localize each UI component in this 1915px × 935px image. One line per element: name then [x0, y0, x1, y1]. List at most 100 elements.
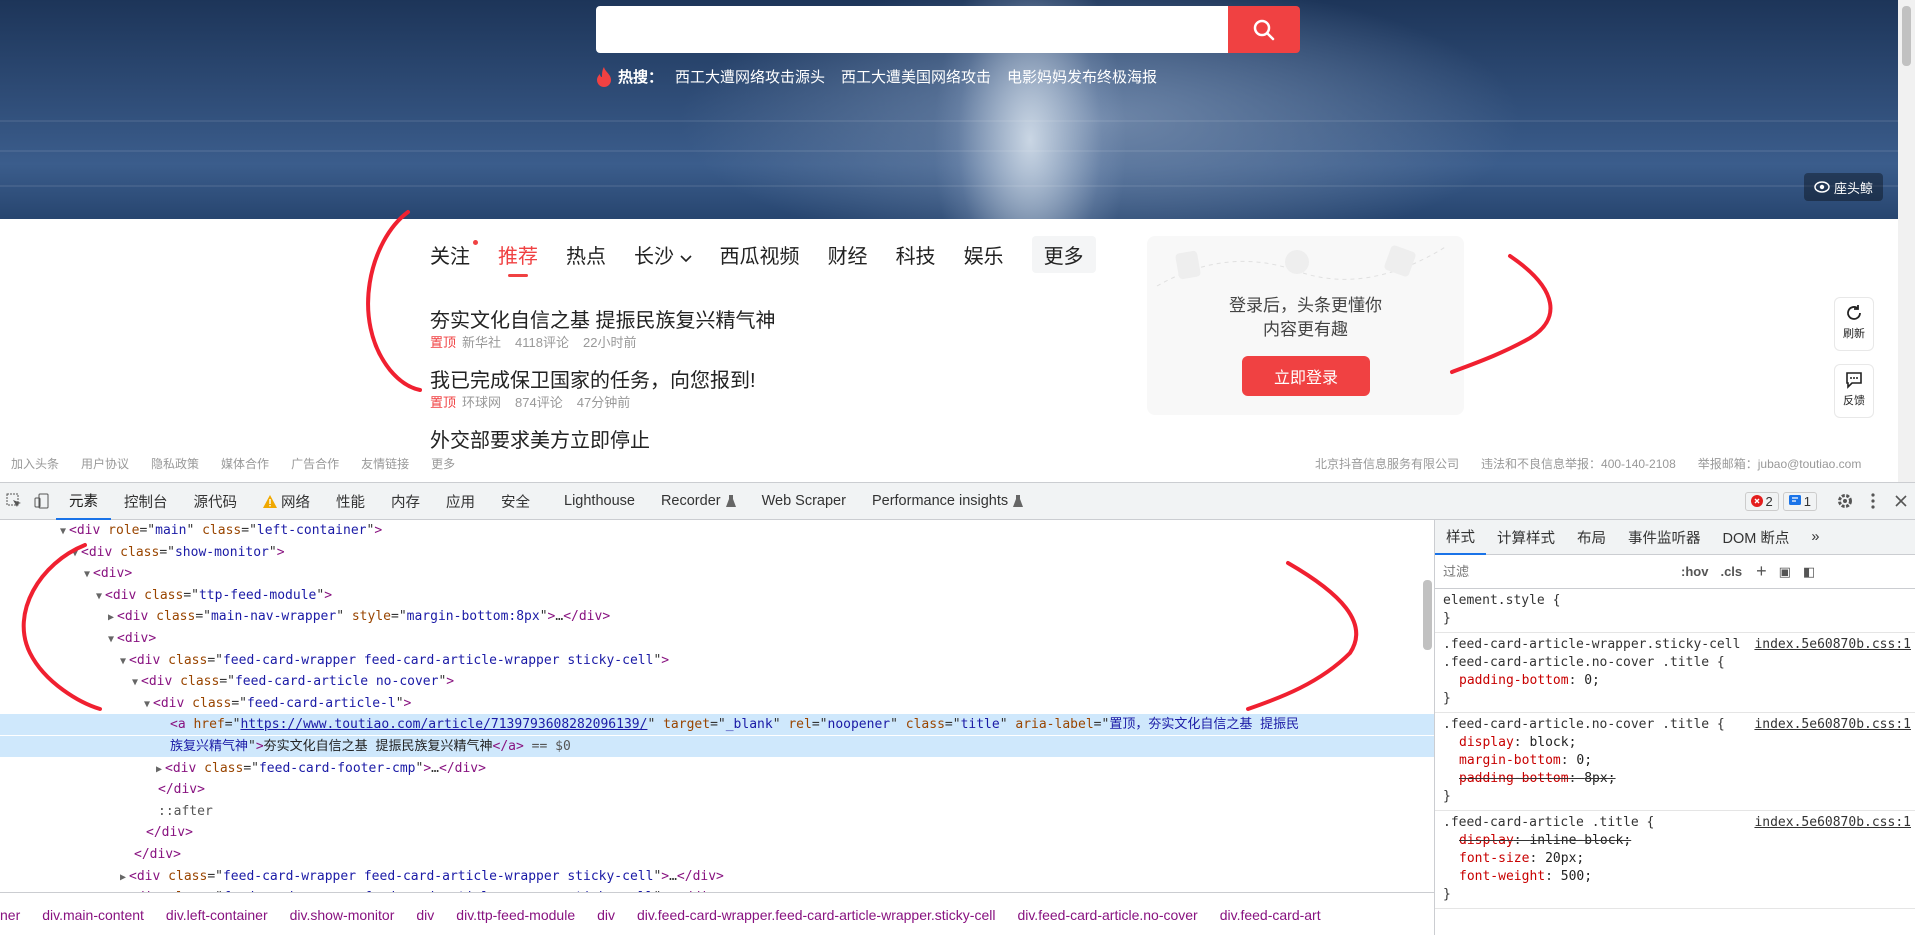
tab-web-scraper[interactable]: Web Scraper	[749, 483, 859, 520]
dom-node[interactable]: ▼ <div role="main" class="left-container"…	[0, 520, 382, 541]
hot-keyword-3[interactable]: 电影妈妈发布终极海报	[1007, 66, 1157, 87]
tab-network[interactable]: 网络	[250, 483, 323, 520]
breadcrumb-item[interactable]: div.ttp-feed-module	[456, 907, 575, 923]
page-scrollbar-thumb[interactable]	[1902, 6, 1911, 66]
hot-keyword-2[interactable]: 西工大遭美国网络攻击	[841, 66, 991, 87]
article-source[interactable]: 环球网	[462, 392, 501, 411]
breadcrumb-item[interactable]: div.feed-card-article.no-cover	[1017, 907, 1197, 923]
dom-node[interactable]: ▼ <div class="feed-card-article-l">	[0, 693, 411, 714]
tab-dom-breakpoints[interactable]: DOM 断点	[1712, 527, 1801, 548]
tab-computed[interactable]: 计算样式	[1486, 527, 1566, 548]
close-icon[interactable]	[1887, 483, 1915, 520]
dom-node-selected[interactable]: <a href="https://www.toutiao.com/article…	[0, 714, 1434, 736]
footer-link[interactable]: 媒体合作	[221, 455, 269, 472]
more-tabs-icon[interactable]: »	[1800, 529, 1830, 545]
breadcrumb-item[interactable]: div	[597, 907, 615, 923]
dom-node[interactable]: </div>	[0, 844, 181, 865]
css-property[interactable]: margin-bottom: 0;	[1443, 752, 1907, 770]
dom-node[interactable]: ▼ <div class="show-monitor">	[0, 542, 285, 563]
tab-security[interactable]: 安全	[488, 483, 543, 520]
dom-node[interactable]: ▼ <div>	[0, 563, 132, 584]
expand-arrow[interactable]: ▼	[96, 591, 102, 602]
dom-node[interactable]: ▼ <div class="feed-card-article no-cover"…	[0, 671, 454, 692]
error-count-badge[interactable]: 2	[1744, 491, 1779, 511]
search-input[interactable]	[596, 6, 1228, 53]
expand-arrow[interactable]: ▼	[120, 656, 126, 667]
expand-arrow[interactable]: ▼	[144, 699, 150, 710]
dom-node[interactable]: ::after	[0, 801, 213, 822]
hot-keyword-1[interactable]: 西工大遭网络攻击源头	[675, 66, 825, 87]
nav-tech[interactable]: 科技	[896, 240, 936, 269]
rule-source-link[interactable]: index.5e60870b.css:1	[1754, 814, 1911, 832]
article-source[interactable]: 新华社	[462, 332, 501, 351]
dom-node[interactable]: ▶ <div class="main-nav-wrapper" style="ma…	[0, 606, 610, 627]
tab-performance[interactable]: 性能	[323, 483, 378, 520]
nav-finance[interactable]: 财经	[828, 240, 868, 269]
expand-arrow[interactable]: ▶	[108, 612, 114, 623]
tab-elements[interactable]: 元素	[56, 483, 111, 520]
rule-source-link[interactable]: index.5e60870b.css:1	[1754, 716, 1911, 734]
refresh-button[interactable]: 刷新	[1834, 297, 1874, 351]
dom-node[interactable]: ▼ <div>	[0, 628, 156, 649]
expand-arrow[interactable]: ▼	[72, 548, 78, 559]
css-rule[interactable]: index.5e60870b.css:1 .feed-card-article .…	[1435, 811, 1915, 909]
dom-node-selected[interactable]: 族复兴精气神">夯实文化自信之基 提振民族复兴精气神</a> == $0	[0, 736, 1434, 757]
dom-node[interactable]: ▶ <div class="feed-card-footer-cmp">…</di…	[0, 758, 486, 779]
css-property[interactable]: font-size: 20px;	[1443, 850, 1907, 868]
nav-recommend[interactable]: 推荐	[498, 240, 538, 277]
nav-ent[interactable]: 娱乐	[964, 240, 1004, 269]
article-title[interactable]: 外交部要求美方立即停止	[430, 424, 650, 453]
expand-arrow[interactable]: ▼	[132, 677, 138, 688]
page-scrollbar[interactable]	[1898, 0, 1915, 482]
footer-link[interactable]: 隐私政策	[151, 455, 199, 472]
dom-scrollbar-thumb[interactable]	[1423, 580, 1432, 650]
css-property[interactable]: display: block;	[1443, 734, 1907, 752]
tab-console[interactable]: 控制台	[111, 483, 181, 520]
footer-link[interactable]: 用户协议	[81, 455, 129, 472]
dom-tree[interactable]: ▼ <div role="main" class="left-container"…	[0, 520, 1434, 892]
tab-layout[interactable]: 布局	[1566, 527, 1617, 548]
feedback-button[interactable]: 反馈	[1834, 364, 1874, 418]
hover-state-toggle[interactable]: :hov	[1681, 564, 1708, 579]
tab-application[interactable]: 应用	[433, 483, 488, 520]
tab-sources[interactable]: 源代码	[181, 483, 251, 520]
tab-memory[interactable]: 内存	[378, 483, 433, 520]
styles-filter-input[interactable]	[1443, 564, 1673, 579]
more-options-icon[interactable]	[1859, 483, 1887, 520]
article-comments[interactable]: 4118评论	[515, 332, 569, 351]
settings-icon[interactable]	[1831, 483, 1859, 520]
expand-arrow[interactable]: ▼	[60, 526, 66, 537]
tab-event-listeners[interactable]: 事件监听器	[1617, 527, 1712, 548]
nav-city[interactable]: 长沙	[634, 240, 692, 269]
article-comments[interactable]: 874评论	[515, 392, 563, 411]
class-toggle[interactable]: .cls	[1720, 564, 1742, 579]
css-property[interactable]: display: inline-block;	[1443, 832, 1907, 850]
dom-node[interactable]: ▼ <div class="ttp-feed-module">	[0, 585, 332, 606]
footer-link[interactable]: 更多	[431, 455, 455, 472]
paint-icon[interactable]: ▣	[1779, 564, 1791, 580]
nav-follow[interactable]: 关注	[430, 240, 478, 269]
breadcrumb-item[interactable]: div.feed-card-art	[1220, 907, 1321, 923]
footer-link[interactable]: 广告合作	[291, 455, 339, 472]
breadcrumb-item[interactable]: div.feed-card-wrapper.feed-card-article-…	[637, 907, 995, 923]
nav-hot[interactable]: 热点	[566, 240, 606, 269]
message-count-badge[interactable]: 1	[1782, 491, 1817, 511]
article-title[interactable]: 我已完成保卫国家的任务，向您报到!	[430, 364, 756, 393]
css-rule[interactable]: index.5e60870b.css:1 .feed-card-article.n…	[1435, 713, 1915, 811]
device-toggle-icon[interactable]	[28, 483, 56, 520]
dom-node[interactable]: ▶<div class="feed-card-wrapper feed-card…	[0, 866, 724, 887]
css-property[interactable]: font-weight: 500;	[1443, 868, 1907, 886]
login-button[interactable]: 立即登录	[1242, 356, 1370, 396]
footer-link[interactable]: 加入头条	[11, 455, 59, 472]
nav-more[interactable]: 更多	[1031, 236, 1096, 273]
css-rule[interactable]: index.5e60870b.css:1 .feed-card-article-w…	[1435, 633, 1915, 713]
sidebar-toggle-icon[interactable]: ◧	[1803, 564, 1815, 580]
breadcrumb-item[interactable]: div	[416, 907, 434, 923]
breadcrumb-item[interactable]: ner	[0, 907, 20, 923]
tab-lighthouse[interactable]: Lighthouse	[551, 483, 648, 520]
footer-link[interactable]: 友情链接	[361, 455, 409, 472]
search-button[interactable]	[1228, 6, 1300, 53]
dom-node[interactable]: ▼ <div class="feed-card-wrapper feed-card…	[0, 650, 669, 671]
breadcrumb-item[interactable]: div.show-monitor	[290, 907, 395, 923]
css-rule[interactable]: element.style {}	[1435, 589, 1915, 633]
